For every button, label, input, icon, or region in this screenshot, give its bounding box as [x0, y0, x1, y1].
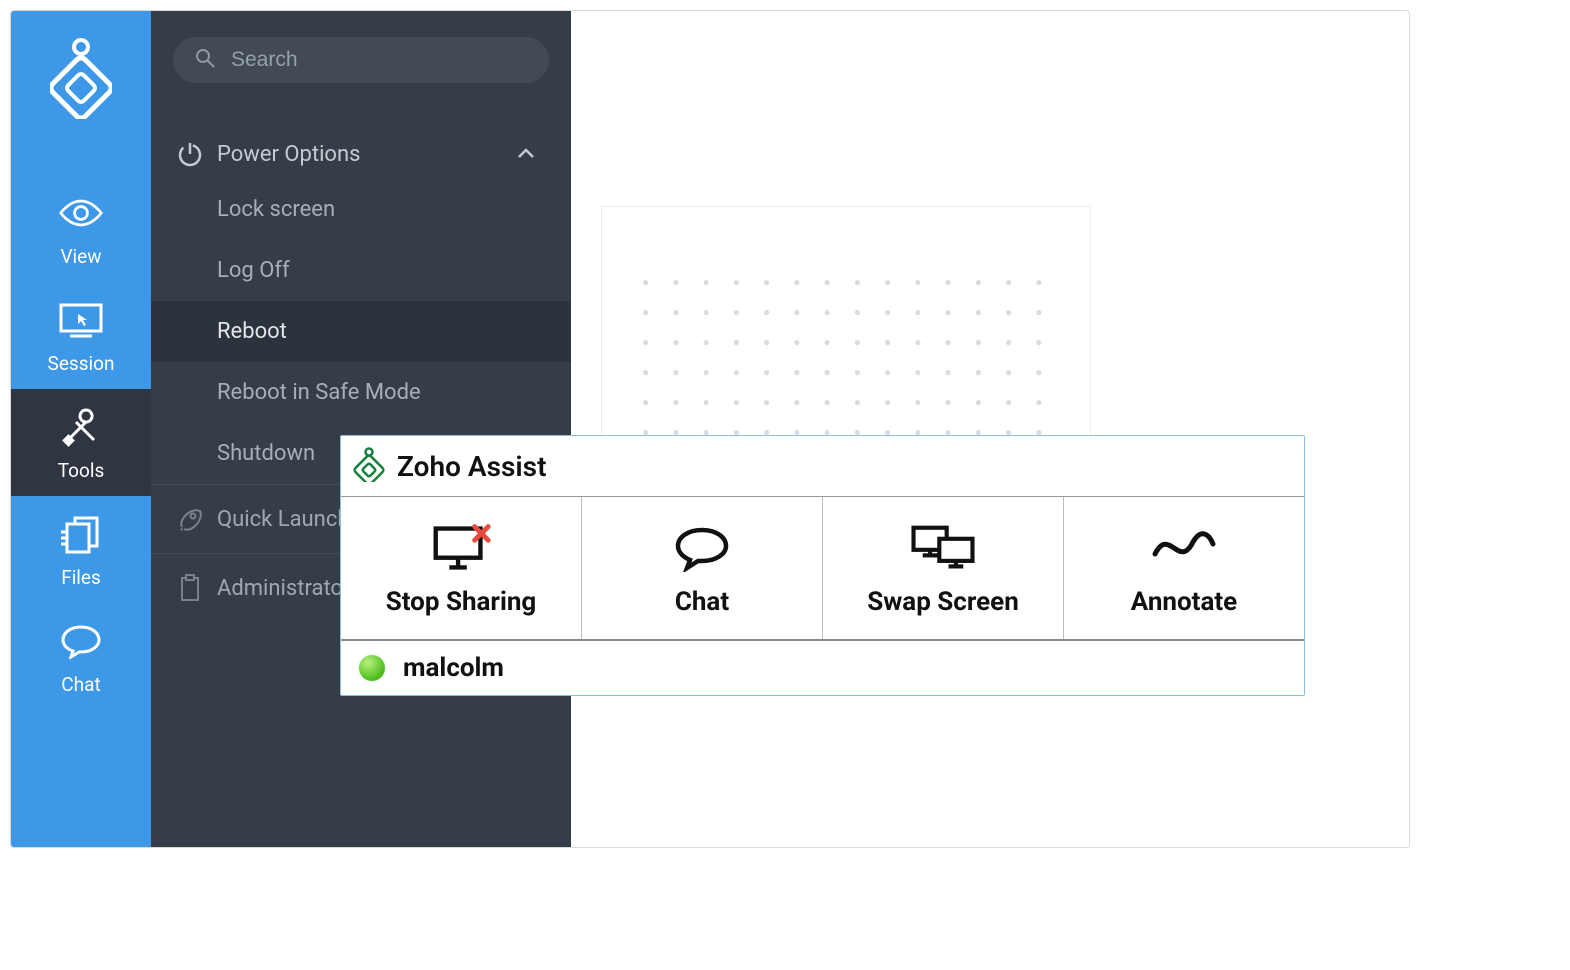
rail-item-files[interactable]: Files: [11, 496, 151, 603]
clipboard-icon: [163, 574, 217, 602]
files-icon: [58, 514, 104, 554]
menu-header-power-options[interactable]: Power Options: [151, 129, 571, 179]
swap-screen-icon: [908, 523, 978, 573]
tools-panel: Power Options Lock screen Log Off Reboot…: [151, 11, 571, 847]
app-window: View Session Tools Files Chat: [10, 10, 1410, 848]
stop-sharing-icon: [426, 523, 496, 573]
search-icon: [195, 48, 215, 72]
brand-logo-icon: [46, 33, 116, 123]
assist-toolbar-footer: malcolm: [341, 641, 1304, 695]
chat-icon: [667, 523, 737, 573]
assist-logo-icon: [351, 446, 387, 486]
annotate-icon: [1149, 523, 1219, 573]
rail-item-view[interactable]: View: [11, 175, 151, 282]
chat-button[interactable]: Chat: [582, 497, 823, 639]
submenu-item-lock-screen[interactable]: Lock screen: [151, 179, 571, 240]
chat-label: Chat: [675, 587, 729, 617]
submenu-item-reboot[interactable]: Reboot: [151, 301, 571, 362]
stop-sharing-label: Stop Sharing: [386, 587, 537, 617]
annotate-label: Annotate: [1131, 587, 1237, 617]
rail-item-chat[interactable]: Chat: [11, 603, 151, 710]
power-icon: [163, 141, 217, 167]
rail-label-tools: Tools: [58, 459, 105, 482]
rail-label-session: Session: [48, 352, 115, 375]
annotate-button[interactable]: Annotate: [1064, 497, 1304, 639]
assist-toolbar-header: Zoho Assist: [341, 436, 1304, 497]
search-field[interactable]: [173, 37, 549, 83]
rocket-icon: [163, 505, 217, 533]
submenu-item-log-off[interactable]: Log Off: [151, 240, 571, 301]
assist-toolbar-panel: Zoho Assist Stop Sharing Chat Swap Scree…: [340, 435, 1305, 696]
chevron-up-icon: [517, 145, 541, 164]
eye-icon: [58, 193, 104, 233]
presence-online-icon: [359, 655, 385, 681]
rail-label-view: View: [60, 245, 101, 268]
submenu-item-safe-mode[interactable]: Reboot in Safe Mode: [151, 362, 571, 423]
swap-screen-label: Swap Screen: [867, 587, 1019, 617]
rail-label-files: Files: [61, 566, 101, 589]
monitor-cursor-icon: [58, 300, 104, 340]
connected-user-name: malcolm: [403, 653, 504, 683]
primary-nav-rail: View Session Tools Files Chat: [11, 11, 151, 847]
rail-item-tools[interactable]: Tools: [11, 389, 151, 496]
swap-screen-button[interactable]: Swap Screen: [823, 497, 1064, 639]
assist-toolbar-title: Zoho Assist: [397, 450, 547, 483]
tools-icon: [58, 407, 104, 447]
search-input[interactable]: [231, 48, 527, 72]
content-area: ●●●●●●●●●●●●●● ●●●●●●●●●●●●●● ●●●●●●●●●●…: [571, 11, 1409, 847]
rail-item-session[interactable]: Session: [11, 282, 151, 389]
menu-label-power: Power Options: [217, 142, 517, 167]
rail-label-chat: Chat: [61, 673, 100, 696]
chat-bubble-icon: [58, 621, 104, 661]
stop-sharing-button[interactable]: Stop Sharing: [341, 497, 582, 639]
